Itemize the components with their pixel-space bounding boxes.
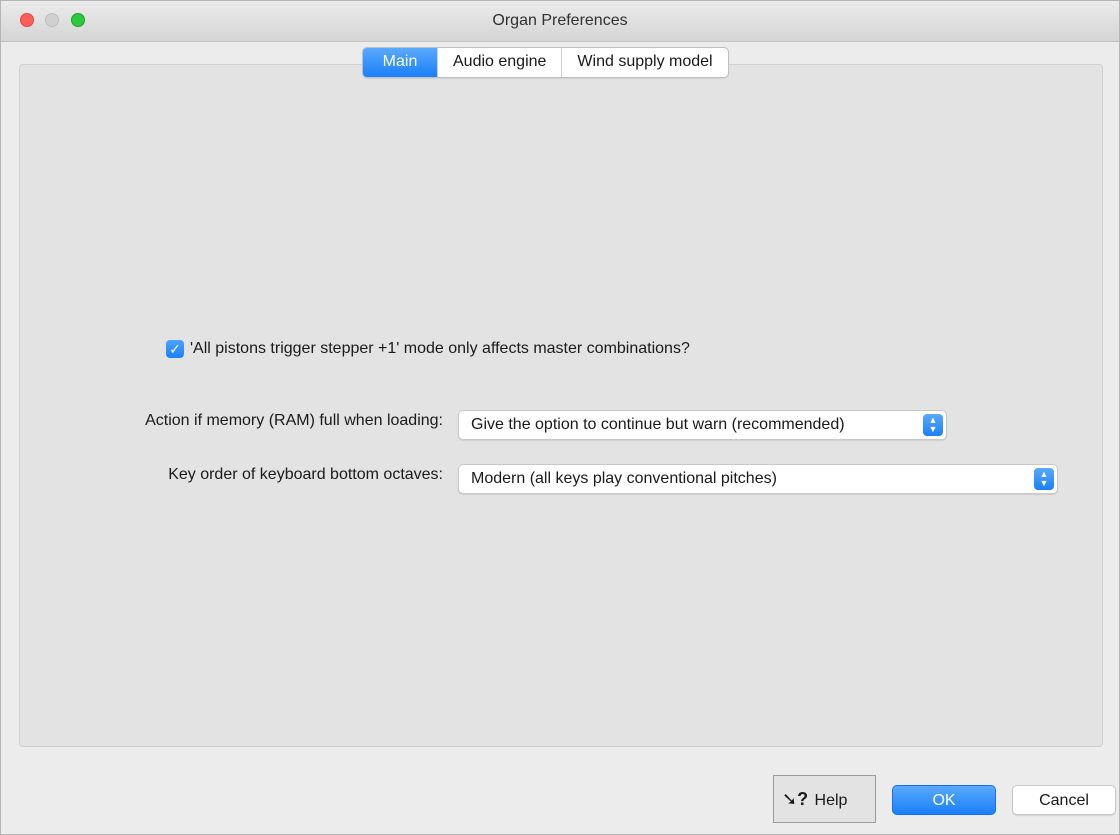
tab-content-panel [19,64,1103,747]
chevron-up-down-icon: ▲ ▼ [923,414,943,436]
help-button-label: Help [814,792,848,809]
help-button[interactable]: ➘? Help [773,775,876,823]
ok-button[interactable]: OK [892,785,996,815]
master-combinations-label: 'All pistons trigger stepper +1' mode on… [190,340,690,357]
window-title: Organ Preferences [492,12,628,29]
checkmark-icon: ✓ [169,341,181,357]
tab-wind-supply-model[interactable]: Wind supply model [561,48,727,77]
master-combinations-checkbox[interactable]: ✓ [166,340,184,358]
key-order-value: Modern (all keys play conventional pitch… [471,470,777,487]
memory-full-select[interactable]: Give the option to continue but warn (re… [458,410,947,440]
master-combinations-option[interactable]: ✓ 'All pistons trigger stepper +1' mode … [166,340,690,358]
memory-full-value: Give the option to continue but warn (re… [471,416,845,433]
key-order-select[interactable]: Modern (all keys play conventional pitch… [458,464,1058,494]
chevron-up-down-icon: ▲ ▼ [1034,468,1054,490]
tab-bar: Main Audio engine Wind supply model [362,47,729,78]
tab-main[interactable]: Main [363,48,437,77]
memory-full-label: Action if memory (RAM) full when loading… [145,412,443,429]
key-order-label: Key order of keyboard bottom octaves: [168,466,443,483]
title-bar[interactable]: Organ Preferences [1,1,1119,42]
tab-audio-engine[interactable]: Audio engine [437,48,561,77]
cancel-button[interactable]: Cancel [1012,785,1116,815]
help-cursor-icon: ➘? [782,789,809,809]
preferences-window: Organ Preferences Main Audio engine Wind… [0,0,1120,835]
